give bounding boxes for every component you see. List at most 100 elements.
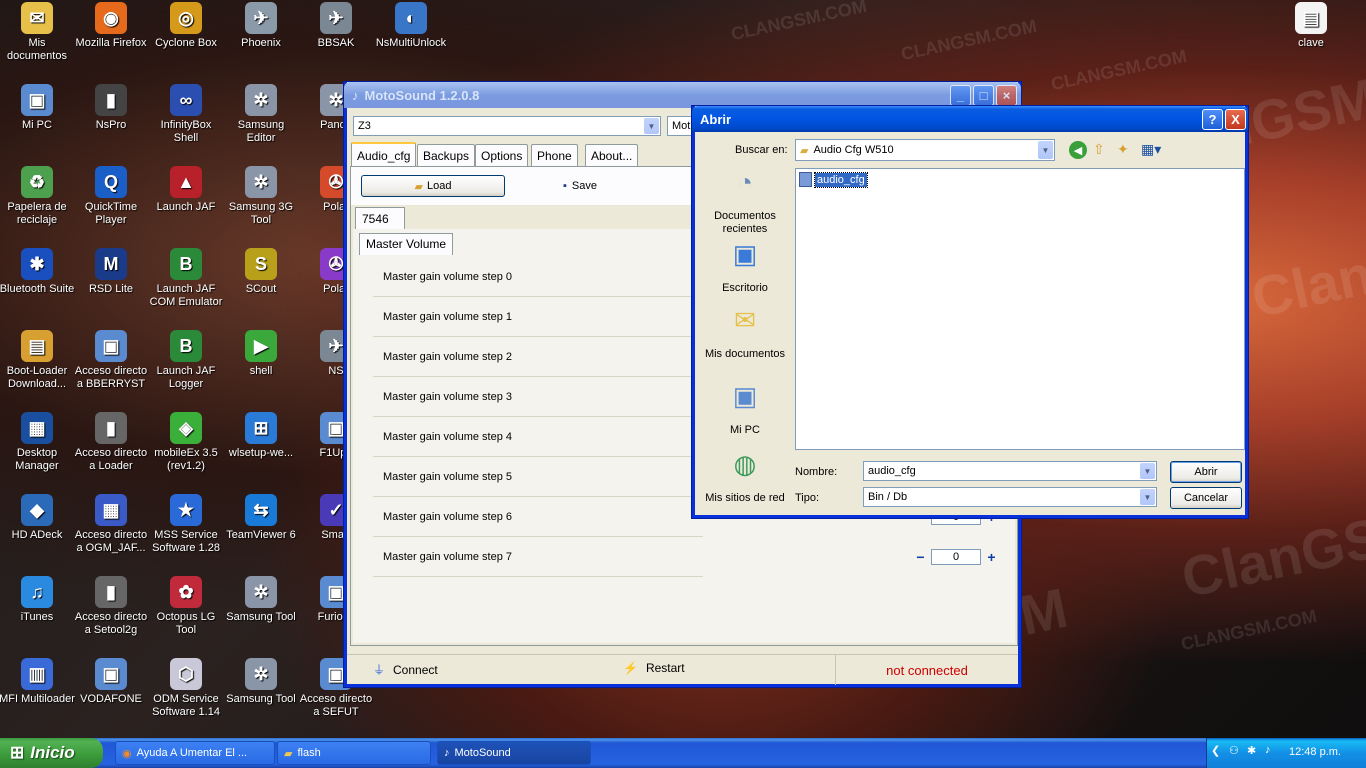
desktop-icon[interactable]: ⬡ ODM Service Software 1.14 bbox=[148, 658, 224, 719]
maximize-button[interactable]: □ bbox=[973, 85, 994, 106]
chevron-down-icon: ▼ bbox=[1038, 141, 1053, 159]
filetype-select[interactable]: Bin / Db ▼ bbox=[863, 487, 1157, 507]
shortcut-icon: ⇆ bbox=[245, 494, 277, 526]
desktop-icon[interactable]: ◉ Mozilla Firefox bbox=[73, 2, 149, 50]
shortcut-icon: ◈ bbox=[170, 412, 202, 444]
desktop-icon[interactable]: ◎ Cyclone Box bbox=[148, 2, 224, 50]
volume-step-row: Master gain volume step 3 bbox=[373, 377, 703, 417]
tab-audio-cfg[interactable]: Audio_cfg bbox=[351, 142, 417, 167]
tab-phone[interactable]: Phone bbox=[531, 144, 578, 166]
close-button[interactable]: × bbox=[996, 85, 1017, 106]
volume-stepper[interactable]: −0+ bbox=[913, 549, 999, 565]
restart-button[interactable]: ⚡ Restart bbox=[623, 661, 685, 675]
tab-about[interactable]: About... bbox=[585, 144, 639, 166]
desktop-icon[interactable]: ▮ NsPro bbox=[73, 84, 149, 132]
open-button[interactable]: Abrir bbox=[1170, 461, 1242, 483]
desktop-icon[interactable]: ✈ BBSAK bbox=[298, 2, 374, 50]
desktop-icon-label: Samsung Tool bbox=[226, 611, 296, 623]
close-button[interactable]: X bbox=[1225, 109, 1246, 130]
up-folder-icon[interactable]: ⇧ bbox=[1093, 141, 1105, 158]
chevron-down-icon: ▼ bbox=[1140, 463, 1155, 479]
tab-backups[interactable]: Backups bbox=[417, 144, 476, 166]
desktop-icon[interactable]: ✿ Octopus LG Tool bbox=[148, 576, 224, 637]
task-firefox[interactable]: ◉ Ayuda A Umentar El ... bbox=[115, 741, 275, 765]
cancel-button[interactable]: Cancelar bbox=[1170, 487, 1242, 509]
network-icon[interactable]: ⚇ bbox=[1229, 744, 1239, 757]
desktop-icon[interactable]: ✈ Phoenix bbox=[223, 2, 299, 50]
minimize-button[interactable]: _ bbox=[950, 85, 971, 106]
place-item[interactable]: ◔ Documentos recientes bbox=[701, 167, 789, 236]
desktop-icon[interactable]: ▣ VODAFONE bbox=[73, 658, 149, 706]
desktop-icon[interactable]: ▮ Acceso directo a Setool2g bbox=[73, 576, 149, 637]
desktop-icon[interactable]: ∞ InfinityBox Shell bbox=[148, 84, 224, 145]
dialog-title: Abrir bbox=[700, 111, 732, 127]
desktop-icon[interactable]: ◈ mobileEx 3.5 (rev1.2) bbox=[148, 412, 224, 473]
desktop-icon[interactable]: ✲ Samsung Tool bbox=[223, 576, 299, 624]
desktop-icon[interactable]: ◆ HD ADeck bbox=[0, 494, 75, 542]
open-dialog-titlebar[interactable]: Abrir ? X bbox=[692, 106, 1248, 132]
desktop-icon[interactable]: ▦ Acceso directo a OGM_JAF... bbox=[73, 494, 149, 555]
volume-icon[interactable]: ♪ bbox=[1265, 744, 1271, 756]
desktop-icon[interactable]: ▣ Acceso directo a BBERRYST bbox=[73, 330, 149, 391]
file-item[interactable]: audio_cfg bbox=[799, 171, 868, 188]
desktop-icon[interactable]: M RSD Lite bbox=[73, 248, 149, 296]
model-select[interactable]: Z3 ▼ bbox=[353, 116, 661, 136]
desktop-icon-label: Octopus LG Tool bbox=[156, 611, 216, 636]
load-button[interactable]: ▰ Load bbox=[361, 175, 505, 197]
desktop-icon[interactable]: ◐ NsMultiUnlock bbox=[373, 2, 449, 50]
desktop-icon[interactable]: ⊞ wlsetup-we... bbox=[223, 412, 299, 460]
desktop-icon[interactable]: ▶ shell bbox=[223, 330, 299, 378]
new-folder-icon[interactable]: ✦ bbox=[1117, 141, 1129, 158]
help-button[interactable]: ? bbox=[1202, 109, 1223, 130]
desktop-icon[interactable]: ✱ Bluetooth Suite bbox=[0, 248, 75, 296]
desktop-icon[interactable]: B Launch JAF COM Emulator bbox=[148, 248, 224, 309]
desktop-icon[interactable]: ✲ Samsung 3G Tool bbox=[223, 166, 299, 227]
bluetooth-icon[interactable]: ✱ bbox=[1247, 744, 1256, 757]
tab-options[interactable]: Options bbox=[475, 144, 529, 166]
section-tab-master-volume[interactable]: Master Volume bbox=[359, 233, 454, 255]
desktop-icon[interactable]: ▲ Launch JAF bbox=[148, 166, 224, 214]
desktop-icon[interactable]: ▣ Mi PC bbox=[0, 84, 75, 132]
stepper-value[interactable]: 0 bbox=[931, 549, 981, 565]
folder-icon: ▰ bbox=[800, 144, 809, 157]
desktop-icon[interactable]: ▤ Boot-Loader Download... bbox=[0, 330, 75, 391]
look-in-select[interactable]: ▰ Audio Cfg W510 ▼ bbox=[795, 139, 1055, 161]
file-tab[interactable]: 7546 bbox=[355, 207, 405, 229]
file-list[interactable]: audio_cfg bbox=[795, 168, 1245, 450]
plus-icon[interactable]: + bbox=[984, 549, 999, 565]
place-item[interactable]: ◍ Mis sitios de red bbox=[701, 451, 789, 505]
task-motosound[interactable]: ♪ MotoSound bbox=[437, 741, 591, 765]
desktop-icon[interactable]: ▮ Acceso directo a Loader bbox=[73, 412, 149, 473]
desktop-icon[interactable]: ▥ MFI Multiloader bbox=[0, 658, 75, 706]
save-button[interactable]: ▪ Save bbox=[563, 175, 643, 197]
desktop-icon[interactable]: B Launch JAF Logger bbox=[148, 330, 224, 391]
back-button[interactable]: ◀ bbox=[1069, 141, 1087, 159]
place-item[interactable]: ✉ Mis documentos bbox=[701, 307, 789, 361]
desktop-icon[interactable]: S SCout bbox=[223, 248, 299, 296]
filename-input[interactable]: audio_cfg ▼ bbox=[863, 461, 1157, 481]
place-label: Documentos recientes bbox=[714, 210, 776, 235]
motosound-titlebar[interactable]: ♪ MotoSound 1.2.0.8 _ □ × bbox=[344, 82, 1021, 108]
connect-button[interactable]: ⏚ Connect bbox=[373, 661, 438, 678]
desktop-icon[interactable]: ▦ Desktop Manager bbox=[0, 412, 75, 473]
desktop-icon[interactable]: ★ MSS Service Software 1.28 bbox=[148, 494, 224, 555]
shortcut-icon: ✈ bbox=[245, 2, 277, 34]
desktop-icon[interactable]: Q QuickTime Player bbox=[73, 166, 149, 227]
place-item[interactable]: ▣ Mi PC bbox=[701, 383, 789, 437]
start-button[interactable]: ⊞ Inicio bbox=[0, 738, 103, 768]
view-menu-icon[interactable]: ▦▾ bbox=[1141, 141, 1161, 158]
desktop-icon[interactable]: ✉ Mis documentos bbox=[0, 2, 75, 63]
place-item[interactable]: ▣ Escritorio bbox=[701, 241, 789, 295]
desktop-icon[interactable]: ▤ clave bbox=[1273, 2, 1349, 50]
shortcut-icon: ⊞ bbox=[245, 412, 277, 444]
clock[interactable]: 12:48 p.m. bbox=[1289, 746, 1341, 758]
minus-icon[interactable]: − bbox=[913, 549, 928, 565]
place-icon: ◔ bbox=[737, 167, 753, 197]
desktop-icon[interactable]: ♻ Papelera de reciclaje bbox=[0, 166, 75, 227]
desktop-icon[interactable]: ✲ Samsung Tool bbox=[223, 658, 299, 706]
tray-chevron-icon[interactable]: ❮ bbox=[1211, 744, 1220, 757]
desktop-icon[interactable]: ✲ Samsung Editor bbox=[223, 84, 299, 145]
task-flash[interactable]: ▰ flash bbox=[277, 741, 431, 765]
desktop-icon[interactable]: ⇆ TeamViewer 6 bbox=[223, 494, 299, 542]
desktop-icon[interactable]: ♫ iTunes bbox=[0, 576, 75, 624]
